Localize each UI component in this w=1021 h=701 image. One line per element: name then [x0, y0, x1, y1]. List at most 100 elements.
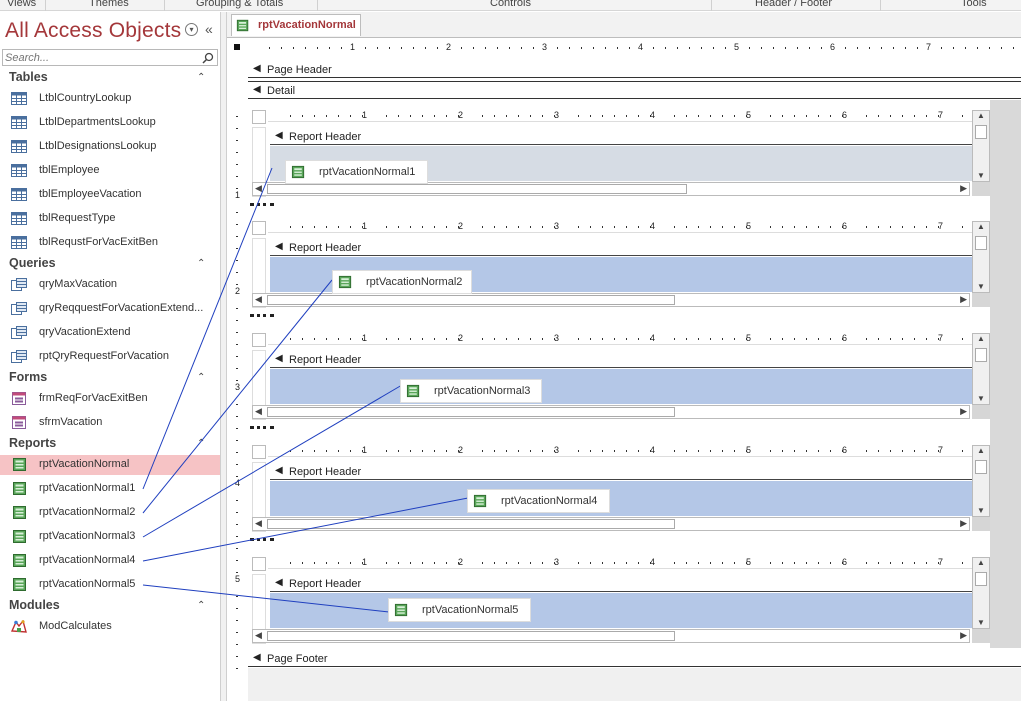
nav-pane-title[interactable]: All Access Objects — [5, 19, 181, 43]
report-header-section-bar[interactable]: ◀ Report Header — [270, 575, 972, 592]
horizontal-ruler[interactable]: 12345678 — [248, 42, 1018, 54]
nav-item-report[interactable]: rptVacationNormal4 — [0, 551, 220, 571]
section-resize-handle[interactable] — [250, 538, 274, 541]
nav-menu-chevron-icon[interactable]: ▾ — [185, 23, 198, 36]
scroll-right-icon[interactable]: ▶ — [960, 406, 967, 417]
subreport-select-box[interactable] — [252, 333, 266, 347]
page-footer-area[interactable] — [248, 668, 1021, 701]
scroll-thumb[interactable] — [267, 519, 675, 529]
scroll-thumb[interactable] — [267, 407, 675, 417]
nav-item-query[interactable]: qryMaxVacation — [0, 275, 220, 295]
group-header-forms[interactable]: Forms — [9, 370, 47, 384]
vertical-scrollbar[interactable]: ▲ ▼ — [972, 445, 990, 517]
scroll-up-icon[interactable]: ▲ — [977, 111, 985, 120]
ribbon-group-grouping-totals[interactable]: Grouping & Totals — [196, 0, 283, 9]
scroll-down-icon[interactable]: ▼ — [977, 171, 985, 180]
scroll-down-icon[interactable]: ▼ — [977, 618, 985, 627]
page-header-section-bar[interactable]: ◀ Page Header — [248, 61, 1021, 78]
nav-item-module[interactable]: ModCalculates — [0, 617, 220, 637]
nav-item-report[interactable]: rptVacationNormal1 — [0, 479, 220, 499]
nav-item-report[interactable]: rptVacationNormal5 — [0, 575, 220, 595]
scroll-down-icon[interactable]: ▼ — [977, 394, 985, 403]
subreport-select-box[interactable] — [252, 557, 266, 571]
scroll-right-icon[interactable]: ▶ — [960, 630, 967, 641]
nav-item-table[interactable]: tblEmployeeVacation — [0, 185, 220, 205]
nav-item-form[interactable]: frmReqForVacExitBen — [0, 389, 220, 409]
report-header-band[interactable] — [270, 369, 972, 404]
scroll-thumb[interactable] — [975, 348, 987, 362]
report-header-band[interactable] — [270, 593, 972, 628]
scroll-up-icon[interactable]: ▲ — [977, 334, 985, 343]
subreport-select-box[interactable] — [252, 110, 266, 124]
scroll-right-icon[interactable]: ▶ — [960, 183, 967, 194]
nav-item-table[interactable]: tblRequestType — [0, 209, 220, 229]
subreport-name-label[interactable]: rptVacationNormal2 — [332, 270, 472, 294]
group-header-tables[interactable]: Tables — [9, 70, 48, 84]
nav-item-table[interactable]: LtblDesignationsLookup — [0, 137, 220, 157]
document-tab[interactable]: rptVacationNormal — [231, 14, 361, 36]
scroll-right-icon[interactable]: ▶ — [960, 518, 967, 529]
scroll-down-icon[interactable]: ▼ — [977, 282, 985, 291]
scroll-thumb[interactable] — [975, 460, 987, 474]
group-header-reports[interactable]: Reports — [9, 436, 56, 450]
scroll-left-icon[interactable]: ◀ — [255, 406, 262, 417]
subreport-select-box[interactable] — [252, 445, 266, 459]
select-report-box[interactable] — [231, 41, 244, 54]
scroll-left-icon[interactable]: ◀ — [255, 518, 262, 529]
nav-item-table[interactable]: LtblDepartmentsLookup — [0, 113, 220, 133]
ribbon-group-header-footer[interactable]: Header / Footer — [755, 0, 832, 9]
report-header-section-bar[interactable]: ◀ Report Header — [270, 239, 972, 256]
scroll-thumb[interactable] — [267, 184, 687, 194]
scroll-thumb[interactable] — [267, 631, 675, 641]
nav-item-form[interactable]: sfrmVacation — [0, 413, 220, 433]
subreport-name-label[interactable]: rptVacationNormal3 — [400, 379, 542, 403]
group-header-modules[interactable]: Modules — [9, 598, 60, 612]
scroll-thumb[interactable] — [267, 295, 675, 305]
report-header-section-bar[interactable]: ◀ Report Header — [270, 351, 972, 368]
vertical-ruler[interactable]: 1 2 3 4 5 — [230, 100, 245, 700]
section-resize-handle[interactable] — [250, 426, 274, 429]
horizontal-scrollbar[interactable]: ◀ ▶ — [252, 405, 970, 419]
scroll-up-icon[interactable]: ▲ — [977, 558, 985, 567]
nav-item-table[interactable]: tblRequstForVacExitBen — [0, 233, 220, 253]
section-resize-handle[interactable] — [250, 203, 274, 206]
collapse-forms-icon[interactable]: ⌃ — [197, 372, 205, 383]
vertical-scrollbar[interactable]: ▲ ▼ — [972, 110, 990, 182]
collapse-tables-icon[interactable]: ⌃ — [197, 72, 205, 83]
scroll-thumb[interactable] — [975, 572, 987, 586]
nav-pane-splitter[interactable] — [220, 12, 227, 701]
search-input[interactable] — [5, 51, 195, 64]
ribbon-group-controls[interactable]: Controls — [490, 0, 531, 9]
horizontal-scrollbar[interactable]: ◀ ▶ — [252, 182, 970, 196]
search-icon[interactable] — [202, 52, 214, 64]
subreport-name-label[interactable]: rptVacationNormal4 — [467, 489, 610, 513]
subreport-select-box[interactable] — [252, 221, 266, 235]
subreport-control[interactable]: 1 2 3 4 5 6 7 ◀ Report Header ◀ ▶ ▲ ▼ — [250, 445, 990, 555]
scroll-left-icon[interactable]: ◀ — [255, 294, 262, 305]
section-resize-handle[interactable] — [250, 314, 274, 317]
scroll-thumb[interactable] — [975, 236, 987, 250]
ribbon-group-views[interactable]: Views — [7, 0, 36, 9]
scroll-down-icon[interactable]: ▼ — [977, 506, 985, 515]
group-header-queries[interactable]: Queries — [9, 256, 56, 270]
collapse-pane-icon[interactable]: « — [205, 21, 213, 37]
detail-section-bar[interactable]: ◀ Detail — [248, 82, 1021, 99]
nav-item-query[interactable]: rptQryRequestForVacation — [0, 347, 220, 367]
horizontal-scrollbar[interactable]: ◀ ▶ — [252, 517, 970, 531]
subreport-name-label[interactable]: rptVacationNormal5 — [388, 598, 531, 622]
subreport-name-label[interactable]: rptVacationNormal1 — [285, 160, 428, 184]
page-footer-section-bar[interactable]: ◀ Page Footer — [248, 650, 1021, 667]
horizontal-scrollbar[interactable]: ◀ ▶ — [252, 293, 970, 307]
collapse-queries-icon[interactable]: ⌃ — [197, 258, 205, 269]
scroll-left-icon[interactable]: ◀ — [255, 183, 262, 194]
report-header-section-bar[interactable]: ◀ Report Header — [270, 463, 972, 480]
vertical-scrollbar[interactable]: ▲ ▼ — [972, 221, 990, 293]
scroll-right-icon[interactable]: ▶ — [960, 294, 967, 305]
scroll-left-icon[interactable]: ◀ — [255, 630, 262, 641]
nav-item-table[interactable]: tblEmployee — [0, 161, 220, 181]
subreport-control[interactable]: 1 2 3 4 5 6 7 ◀ Report Header ◀ ▶ ▲ ▼ — [250, 333, 990, 443]
nav-item-query[interactable]: qryReqquestForVacationExtend... — [0, 299, 220, 319]
nav-item-query[interactable]: qryVacationExtend — [0, 323, 220, 343]
collapse-reports-icon[interactable]: ⌃ — [197, 438, 205, 449]
report-header-section-bar[interactable]: ◀ Report Header — [270, 128, 972, 145]
